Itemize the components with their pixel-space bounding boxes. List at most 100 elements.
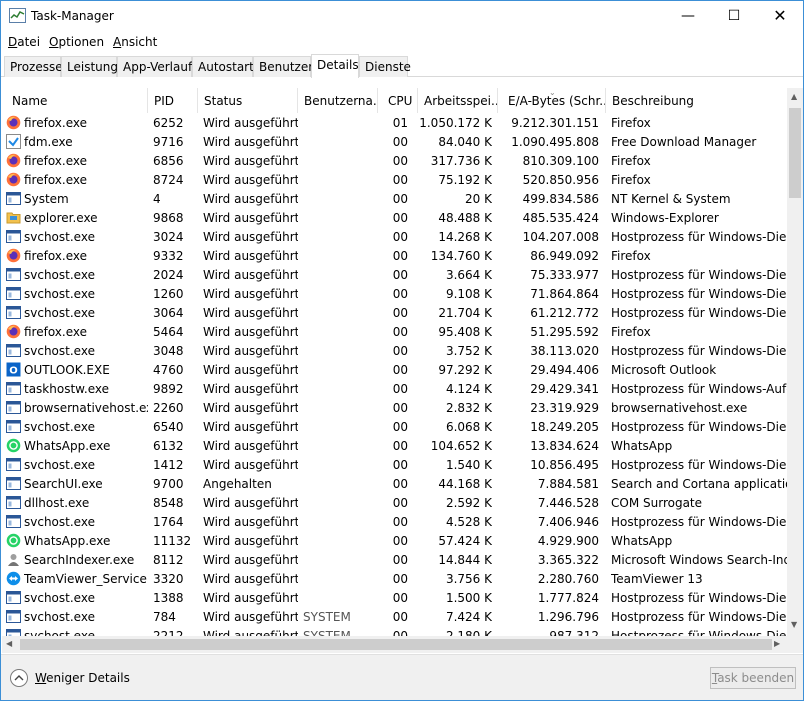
task-manager-window: Task-Manager — ☐ ✕ Datei Optionen Ansich…	[0, 0, 804, 701]
table-row[interactable]: svchost.exe 2024 Wird ausgeführt 00 3.664 K 7…	[2, 266, 787, 285]
cell-pid: 11132	[153, 534, 192, 548]
cell-mem: 3.664 K	[445, 268, 492, 282]
cell-cpu: 00	[392, 420, 408, 434]
table-row[interactable]: WhatsApp.exe 11132 Wird ausgeführt 00 57.424…	[2, 532, 787, 551]
table-row[interactable]: fdm.exe 9716 Wird ausgeführt 00 84.040 K 1.09…	[2, 133, 787, 152]
tab-autostart[interactable]: Autostart	[192, 56, 254, 77]
table-row[interactable]: svchost.exe 784 Wird ausgeführt SYSTEM 00 7.4…	[2, 608, 787, 627]
scroll-right-icon[interactable]: ▶	[774, 639, 780, 648]
maximize-button[interactable]: ☐	[711, 1, 757, 31]
minimize-button[interactable]: —	[665, 1, 711, 31]
cell-io: 104.207.008	[522, 230, 599, 244]
column-header-pid[interactable]: PID	[148, 88, 198, 113]
cell-status: Angehalten	[203, 477, 272, 491]
cell-desc: Firefox	[611, 154, 651, 168]
table-row[interactable]: svchost.exe 3048 Wird ausgeführt 00 3.752 K 3…	[2, 342, 787, 361]
horizontal-scrollbar[interactable]: ◀ ▶	[2, 636, 787, 653]
cell-io: 7.884.581	[537, 477, 599, 491]
table-row[interactable]: explorer.exe 9868 Wird ausgeführt 00 48.488 …	[2, 209, 787, 228]
scroll-up-icon[interactable]: ▲	[791, 92, 797, 101]
menu-bar: Datei Optionen Ansicht	[1, 32, 803, 52]
cell-mem: 1.540 K	[445, 458, 492, 472]
table-row[interactable]: SearchIndexer.exe 8112 Wird ausgeführt 00 14…	[2, 551, 787, 570]
table-row[interactable]: firefox.exe 9332 Wird ausgeführt 00 134.760 …	[2, 247, 787, 266]
table-row[interactable]: firefox.exe 5464 Wird ausgeführt 00 95.408 K…	[2, 323, 787, 342]
window-icon	[6, 609, 21, 624]
column-header-name[interactable]: Name	[6, 88, 148, 113]
cell-io: 61.212.772	[530, 306, 599, 320]
column-header-cpu[interactable]: CPU	[378, 88, 418, 113]
fewer-details-link[interactable]: Weniger Details	[35, 671, 130, 685]
table-row[interactable]: firefox.exe 6252 Wird ausgeführt 01 1.050.17…	[2, 114, 787, 133]
table-row[interactable]: svchost.exe 1260 Wird ausgeführt 00 9.108 K 7…	[2, 285, 787, 304]
table-row[interactable]: browsernativehost.exe 2260 Wird ausgeführt…	[2, 399, 787, 418]
scroll-down-icon[interactable]: ▼	[791, 620, 797, 629]
column-header-desc[interactable]: Beschreibung	[606, 88, 787, 113]
end-task-label: ask beenden	[717, 671, 795, 685]
menu-optionen-label: ptionen	[58, 35, 105, 49]
vertical-scroll-thumb[interactable]	[789, 108, 801, 198]
window-icon	[6, 286, 21, 301]
cell-name: fdm.exe	[24, 135, 73, 149]
table-row[interactable]: svchost.exe 2212 Wird ausgeführt SYSTEM 00 2.…	[2, 627, 787, 636]
cell-pid: 8724	[153, 173, 184, 187]
chevron-up-icon[interactable]	[10, 669, 28, 687]
table-row[interactable]: taskhostw.exe 9892 Wird ausgeführt 00 4.124 …	[2, 380, 787, 399]
tab-benutzer[interactable]: Benutzer	[253, 56, 313, 77]
window-title: Task-Manager	[31, 9, 114, 23]
table-row[interactable]: firefox.exe 8724 Wird ausgeführt 00 75.192 K…	[2, 171, 787, 190]
cell-status: Wird ausgeführt	[203, 591, 298, 605]
cell-name: svchost.exe	[24, 230, 95, 244]
cell-status: Wird ausgeführt	[203, 116, 298, 130]
cell-pid: 8548	[153, 496, 184, 510]
table-row[interactable]: svchost.exe 6540 Wird ausgeführt 00 6.068 K 1…	[2, 418, 787, 437]
scroll-left-icon[interactable]: ◀	[6, 639, 12, 648]
cell-cpu: 00	[392, 306, 408, 320]
menu-ansicht[interactable]: Ansicht	[113, 35, 157, 49]
table-row[interactable]: TeamViewer_Service.... 3320 Wird ausgeführ…	[2, 570, 787, 589]
tab-prozesse[interactable]: Prozesse	[4, 56, 63, 77]
column-header-user[interactable]: Benutzerna...	[298, 88, 378, 113]
cell-pid: 4	[153, 192, 161, 206]
table-row[interactable]: svchost.exe 3024 Wird ausgeführt 00 14.268 K…	[2, 228, 787, 247]
table-row[interactable]: WhatsApp.exe 6132 Wird ausgeführt 00 104.652…	[2, 437, 787, 456]
table-row[interactable]: SearchUI.exe 9700 Angehalten 00 44.168 K 7.88…	[2, 475, 787, 494]
column-header-mem[interactable]: Arbeitsspei...	[418, 88, 498, 113]
close-button[interactable]: ✕	[757, 1, 803, 31]
tab-details[interactable]: Details	[311, 54, 359, 78]
cell-mem: 84.040 K	[438, 135, 492, 149]
table-row[interactable]: svchost.exe 1412 Wird ausgeführt 00 1.540 K 1…	[2, 456, 787, 475]
cell-cpu: 00	[392, 382, 408, 396]
column-header-status[interactable]: Status	[198, 88, 298, 113]
tab-dienste[interactable]: Dienste	[359, 56, 411, 77]
table-row[interactable]: O OUTLOOK.EXE 4760 Wird ausgeführt 00 97.292 …	[2, 361, 787, 380]
tab-app-verlauf[interactable]: App-Verlauf	[117, 56, 192, 77]
title-bar[interactable]: Task-Manager — ☐ ✕	[1, 1, 803, 31]
cell-io: 520.850.956	[522, 173, 599, 187]
cell-status: Wird ausgeführt	[203, 154, 298, 168]
vertical-scrollbar[interactable]: ▲ ▼	[787, 88, 803, 636]
cell-status: Wird ausgeführt	[203, 572, 298, 586]
cell-desc: Firefox	[611, 249, 651, 263]
table-row[interactable]: svchost.exe 3064 Wird ausgeführt 00 21.704 K…	[2, 304, 787, 323]
cell-desc: Hostprozess für Windows-Dienste	[611, 287, 787, 301]
horizontal-scroll-thumb[interactable]	[20, 639, 772, 650]
cell-desc: Hostprozess für Windows-Dienste	[611, 515, 787, 529]
table-row[interactable]: dllhost.exe 8548 Wird ausgeführt 00 2.592 K 7…	[2, 494, 787, 513]
tab-leistung[interactable]: Leistung	[61, 56, 118, 77]
table-row[interactable]: svchost.exe 1764 Wird ausgeführt 00 4.528 K 7…	[2, 513, 787, 532]
table-row[interactable]: svchost.exe 1388 Wird ausgeführt 00 1.500 K 1…	[2, 589, 787, 608]
end-task-button[interactable]: Task beenden	[710, 667, 796, 689]
menu-optionen[interactable]: Optionen	[49, 35, 104, 49]
cell-mem: 1.050.172 K	[419, 116, 492, 130]
cell-status: Wird ausgeführt	[203, 211, 298, 225]
table-row[interactable]: firefox.exe 6856 Wird ausgeführt 00 317.736 …	[2, 152, 787, 171]
cell-mem: 9.108 K	[445, 287, 492, 301]
cell-io: 38.113.020	[530, 344, 599, 358]
cell-cpu: 00	[392, 553, 408, 567]
menu-datei[interactable]: Datei	[8, 35, 40, 49]
cell-mem: 2.592 K	[445, 496, 492, 510]
table-row[interactable]: System 4 Wird ausgeführt 00 20 K 499.834.586 N…	[2, 190, 787, 209]
cell-io: 71.864.864	[530, 287, 599, 301]
cell-io: 18.249.205	[530, 420, 599, 434]
